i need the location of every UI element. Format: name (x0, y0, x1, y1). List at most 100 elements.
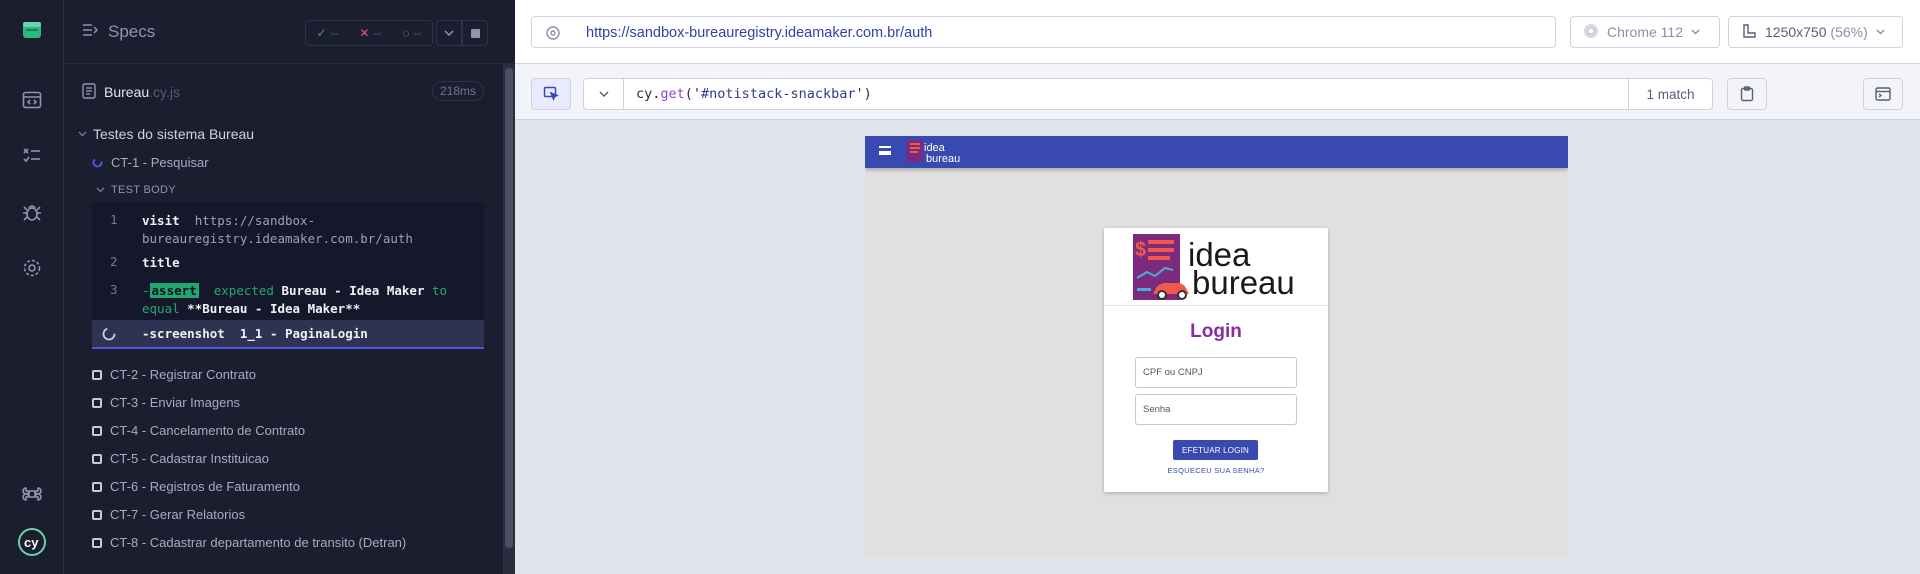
command-log-reporter: Specs ✓ -- ✕ -- ◌ -- Bureau.cy.js 218ms Tes… (64, 0, 515, 574)
command-message: https://sandbox-bureauregistry.ideamaker… (142, 213, 413, 246)
command-number: 3 (110, 282, 118, 297)
command-row[interactable]: 3 - assert expected Bureau - Idea Maker t… (92, 276, 484, 318)
selector-method-dropdown[interactable] (584, 79, 624, 109)
chevron-down-icon (1876, 29, 1885, 35)
pending-stat: ◌ -- (402, 26, 422, 40)
test-item[interactable]: CT-6 - Registros de Faturamento (92, 479, 300, 494)
crosshair-icon (545, 25, 561, 46)
command-prefix: - (142, 283, 150, 298)
command-message: Bureau - Idea Maker (281, 283, 425, 298)
idea-bureau-logo: $ idea bureau (1104, 228, 1328, 306)
test-item[interactable]: CT-1 - Pesquisar (92, 155, 209, 170)
pending-box-icon (92, 481, 102, 492)
passed-stat: ✓ -- (316, 26, 339, 40)
selector-picker-button[interactable] (531, 78, 571, 110)
selector-input[interactable]: cy.get('#notistack-snackbar') 1 match (583, 78, 1713, 110)
stop-icon (470, 28, 480, 38)
test-body-toggle[interactable]: TEST BODY (96, 184, 176, 196)
command-message: 1_1 - PaginaLogin (239, 326, 368, 341)
test-item[interactable]: CT-7 - Gerar Relatorios (92, 507, 245, 522)
hamburger-menu-icon[interactable] (879, 146, 891, 155)
forgot-password-link[interactable]: ESQUECEU SUA SENHA? (1104, 466, 1328, 475)
keyboard-shortcuts-icon[interactable] (16, 478, 48, 510)
match-count: 1 match (1628, 79, 1712, 109)
copy-selector-button[interactable] (1727, 78, 1767, 110)
pending-box-icon (92, 453, 102, 464)
specs-toggle[interactable]: Specs (82, 22, 155, 42)
runs-nav-icon[interactable] (16, 139, 48, 171)
suite-title[interactable]: Testes do sistema Bureau (78, 126, 254, 142)
cpf-cnpj-input[interactable]: CPF ou CNPJ (1135, 357, 1297, 388)
debug-nav-icon[interactable] (16, 196, 48, 228)
cypress-logo-icon[interactable]: cy (16, 526, 48, 558)
svg-text:bureau: bureau (926, 153, 960, 165)
check-icon: ✓ (316, 26, 327, 40)
command-message: **Bureau - Idea Maker** (187, 301, 361, 316)
command-row[interactable]: 1 visit https://sandbox-bureauregistry.i… (92, 206, 484, 246)
selector-playground: cy.get('#notistack-snackbar') 1 match (515, 64, 1920, 120)
spinner-icon (102, 327, 116, 344)
svg-text:cy: cy (24, 535, 39, 550)
spinner-icon (92, 157, 103, 168)
chevron-down-icon (96, 187, 105, 193)
assert-badge: assert (149, 283, 199, 298)
specs-nav-icon[interactable] (16, 84, 48, 116)
test-title: CT-3 - Enviar Imagens (110, 395, 241, 410)
pending-box-icon (92, 397, 102, 408)
test-title: CT-1 - Pesquisar (111, 155, 209, 170)
print-to-console-button[interactable] (1863, 78, 1903, 110)
chevron-down-icon (1691, 29, 1700, 35)
cypress-app-icon[interactable] (16, 14, 48, 46)
svg-text:$: $ (1135, 239, 1146, 261)
ruler-icon (1741, 23, 1757, 42)
test-item[interactable]: CT-5 - Cadastrar Instituicao (92, 451, 269, 466)
console-icon (1875, 87, 1891, 101)
test-title: CT-5 - Cadastrar Instituicao (110, 451, 269, 466)
expand-options-button[interactable] (436, 20, 462, 46)
aut-iframe: idea bureau $ idea bureau Login CPF ou C… (865, 136, 1568, 558)
command-name: screenshot (149, 326, 225, 341)
test-title: CT-7 - Gerar Relatorios (110, 507, 246, 522)
command-message: expected (213, 283, 274, 298)
test-item[interactable]: CT-8 - Cadastrar departamento de transit… (92, 535, 406, 550)
login-title: Login (1190, 321, 1242, 342)
spec-file-icon (82, 83, 96, 104)
password-input[interactable]: Senha (1135, 394, 1297, 425)
command-row[interactable]: 2 title (92, 250, 484, 274)
cursor-select-icon (543, 86, 559, 101)
test-item[interactable]: CT-3 - Enviar Imagens (92, 395, 240, 410)
spec-duration: 218ms (432, 81, 485, 101)
url-text: https://sandbox-bureauregistry.ideamaker… (586, 25, 933, 41)
chevron-down-icon (598, 91, 609, 97)
settings-gear-icon[interactable] (16, 252, 48, 284)
reporter-scrollbar-thumb[interactable] (505, 68, 513, 548)
failed-stat: ✕ -- (359, 26, 382, 40)
chevron-down-icon (444, 30, 454, 36)
svg-text:bureau: bureau (1192, 264, 1295, 301)
test-item[interactable]: CT-4 - Cancelamento de Contrato (92, 423, 305, 438)
viewport-size: 1250x750 (1765, 24, 1827, 40)
x-icon: ✕ (359, 26, 370, 40)
chevron-down-icon (78, 131, 87, 137)
spinner-icon: ◌ (402, 26, 410, 40)
test-title: CT-2 - Registrar Contrato (110, 367, 256, 382)
test-stats: ✓ -- ✕ -- ◌ -- (305, 20, 433, 46)
url-display[interactable]: https://sandbox-bureauregistry.ideamaker… (531, 16, 1556, 48)
login-button[interactable]: EFETUAR LOGIN (1173, 440, 1258, 460)
aut-url-bar: https://sandbox-bureauregistry.ideamaker… (515, 0, 1920, 64)
command-row-active[interactable]: -screenshot 1_1 - PaginaLogin (92, 320, 484, 349)
test-title: CT-8 - Cadastrar departamento de transit… (110, 535, 407, 550)
spec-file-name: Bureau.cy.js (104, 84, 181, 100)
command-prefix: - (142, 326, 150, 341)
stop-button[interactable] (462, 20, 488, 46)
command-name: visit (142, 213, 180, 228)
specs-title: Specs (108, 22, 156, 41)
app-top-bar: idea bureau (865, 136, 1568, 168)
pending-box-icon (92, 509, 102, 520)
browser-selector[interactable]: Chrome 112 (1570, 16, 1720, 48)
test-item[interactable]: CT-2 - Registrar Contrato (92, 367, 256, 382)
test-body-label: TEST BODY (111, 184, 176, 196)
pending-box-icon (92, 537, 102, 548)
viewport-info[interactable]: 1250x750 (56%) (1728, 16, 1903, 48)
command-number: 2 (110, 254, 118, 269)
